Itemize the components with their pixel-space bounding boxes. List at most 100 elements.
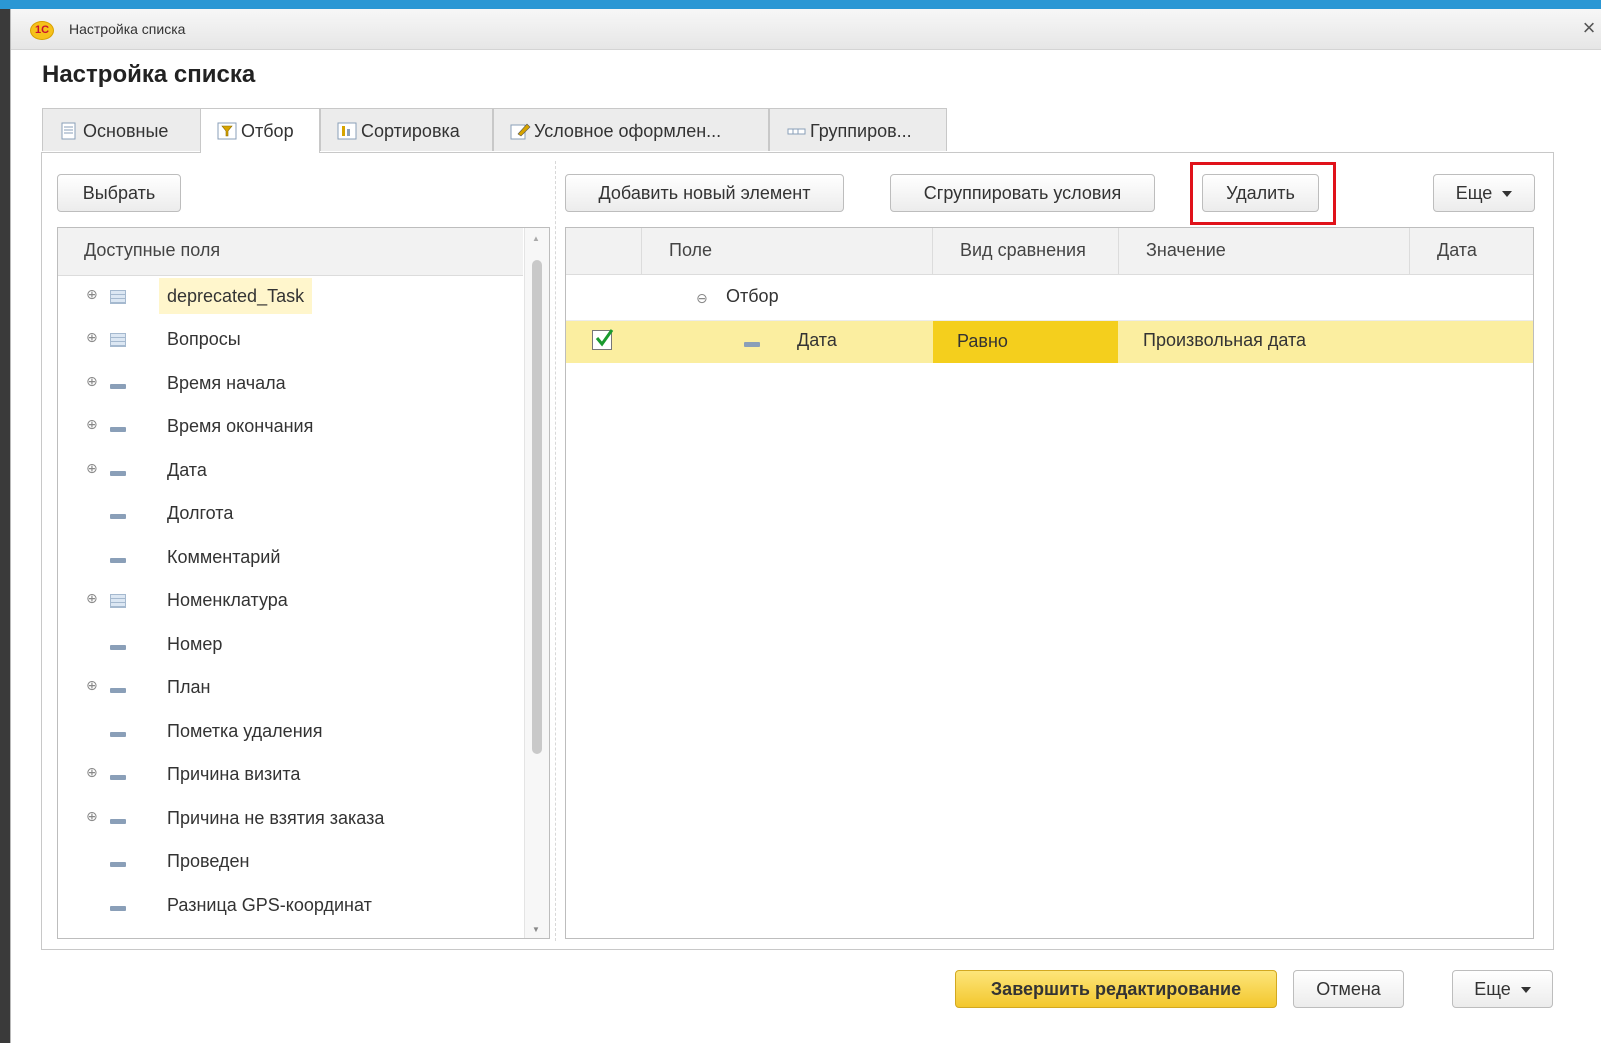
group-conditions-button[interactable]: Сгруппировать условия: [890, 174, 1155, 212]
scroll-down-icon[interactable]: ▼: [532, 925, 540, 934]
attribute-icon: [110, 862, 126, 867]
attribute-icon: [110, 906, 126, 911]
more-button-label: Еще: [1455, 183, 1493, 203]
close-icon[interactable]: ×: [1576, 15, 1601, 41]
expand-icon[interactable]: ⊕: [86, 286, 98, 303]
scroll-up-icon[interactable]: ▲: [532, 234, 540, 243]
add-element-button[interactable]: Добавить новый элемент: [565, 174, 844, 212]
filter-table: Поле Вид сравнения Значение Дата ⊖ Отбор…: [565, 227, 1534, 939]
tab-grouping[interactable]: Группиров...: [769, 108, 947, 151]
field-label: Разница GPS-координат: [167, 895, 372, 915]
attribute-icon: [110, 514, 126, 519]
list-item[interactable]: ⊕ Время начала: [58, 362, 523, 405]
table-icon: [110, 594, 126, 608]
list-item[interactable]: ⊕ Дата: [58, 449, 523, 492]
column-header-comparison[interactable]: Вид сравнения: [933, 228, 1119, 275]
expand-icon[interactable]: ⊕: [86, 590, 98, 607]
list-item[interactable]: ⊕ План: [58, 666, 523, 709]
grouping-icon: [786, 112, 808, 135]
tab-label: Отбор: [241, 121, 294, 141]
title-bar: 1С Настройка списка ×: [11, 9, 1601, 50]
list-item[interactable]: Проведен: [58, 840, 523, 883]
list-item[interactable]: Долгота: [58, 492, 523, 535]
attribute-icon: [110, 688, 126, 693]
expand-icon[interactable]: ⊕: [86, 764, 98, 781]
tab-sort[interactable]: Сортировка: [320, 108, 493, 151]
list-item[interactable]: ⊕ Причина не взятия заказа: [58, 797, 523, 840]
row-checkbox[interactable]: [592, 329, 614, 350]
delete-button[interactable]: Удалить: [1202, 174, 1319, 212]
cell-field[interactable]: Дата: [797, 330, 837, 351]
field-label: Дата: [167, 460, 207, 480]
expand-icon[interactable]: ⊕: [86, 373, 98, 390]
tab-conditional-format[interactable]: Условное оформлен...: [493, 108, 769, 151]
attribute-icon: [110, 471, 126, 476]
field-label: Пометка удаления: [167, 721, 323, 741]
finish-editing-button[interactable]: Завершить редактирование: [955, 970, 1277, 1008]
chevron-down-icon: [1520, 987, 1531, 994]
scrollbar-thumb[interactable]: [532, 260, 542, 754]
more-button[interactable]: Еще: [1433, 174, 1535, 212]
tab-label: Условное оформлен...: [534, 121, 722, 141]
expand-icon[interactable]: ⊕: [86, 416, 98, 433]
tab-label: Основные: [83, 121, 169, 141]
field-label: Проведен: [167, 851, 250, 871]
fields-scrollbar[interactable]: ▲ ▼: [524, 228, 549, 938]
tab-label: Группиров...: [810, 121, 912, 141]
cell-value[interactable]: Произвольная дата: [1143, 330, 1306, 351]
attribute-icon: [744, 342, 760, 347]
list-item[interactable]: ⊕ Время окончания: [58, 405, 523, 448]
field-label: deprecated_Task: [159, 278, 313, 314]
list-item[interactable]: Комментарий: [58, 536, 523, 579]
fields-header: Доступные поля: [58, 228, 523, 276]
attribute-icon: [110, 775, 126, 780]
cell-comparison[interactable]: Равно: [933, 321, 1118, 363]
table-row[interactable]: Дата Равно Произвольная дата: [566, 321, 1533, 363]
select-button[interactable]: Выбрать: [57, 174, 181, 212]
list-item[interactable]: ⊕ Номенклатура: [58, 579, 523, 622]
field-label: Причина не взятия заказа: [167, 808, 385, 828]
list-item[interactable]: ⊕ Причина визита: [58, 753, 523, 796]
available-fields-tree: Доступные поля ⊕ deprecated_Task ⊕ Вопро…: [57, 227, 550, 939]
field-label: Время окончания: [167, 416, 314, 436]
format-icon: [510, 112, 532, 140]
list-item[interactable]: ⊕ Вопросы: [58, 318, 523, 361]
list-item[interactable]: ⊕ deprecated_Task: [58, 275, 523, 318]
fields-header-label: Доступные поля: [84, 240, 221, 260]
tab-main[interactable]: Основные: [42, 108, 201, 151]
attribute-icon: [110, 384, 126, 389]
checkmark-icon: [595, 329, 614, 347]
list-item[interactable]: Пометка удаления: [58, 710, 523, 753]
field-label: Номер: [167, 634, 223, 654]
column-header-field[interactable]: Поле: [642, 228, 933, 275]
column-header-value[interactable]: Значение: [1119, 228, 1410, 275]
footer-more-button[interactable]: Еще: [1452, 970, 1553, 1008]
list-item[interactable]: Номер: [58, 623, 523, 666]
sort-icon: [337, 112, 359, 140]
expand-icon[interactable]: ⊕: [86, 808, 98, 825]
group-label: Отбор: [726, 286, 779, 306]
window-title: Настройка списка: [69, 21, 186, 37]
chevron-down-icon: [1502, 191, 1513, 198]
table-icon: [110, 333, 126, 347]
attribute-icon: [110, 732, 126, 737]
document-icon: [59, 112, 81, 140]
field-label: Долгота: [167, 503, 234, 523]
cancel-button[interactable]: Отмена: [1293, 970, 1404, 1008]
expand-icon[interactable]: ⊕: [86, 677, 98, 694]
expand-icon[interactable]: ⊕: [86, 329, 98, 346]
expand-icon[interactable]: ⊕: [86, 460, 98, 477]
dialog-window: 1С Настройка списка × Настройка списка О…: [10, 9, 1601, 1043]
page-title: Настройка списка: [42, 61, 256, 88]
filter-icon: [217, 112, 239, 140]
field-label: Вопросы: [167, 329, 241, 349]
field-label: Причина визита: [167, 764, 301, 784]
collapse-icon[interactable]: ⊖: [696, 290, 708, 307]
field-label: Номенклатура: [167, 590, 288, 610]
table-row[interactable]: ⊖ Отбор: [566, 276, 1533, 321]
tab-filter[interactable]: Отбор: [200, 108, 320, 153]
table-icon: [110, 290, 126, 304]
attribute-icon: [110, 645, 126, 650]
column-header-date[interactable]: Дата: [1410, 228, 1533, 275]
list-item[interactable]: Разница GPS-координат: [58, 884, 523, 927]
